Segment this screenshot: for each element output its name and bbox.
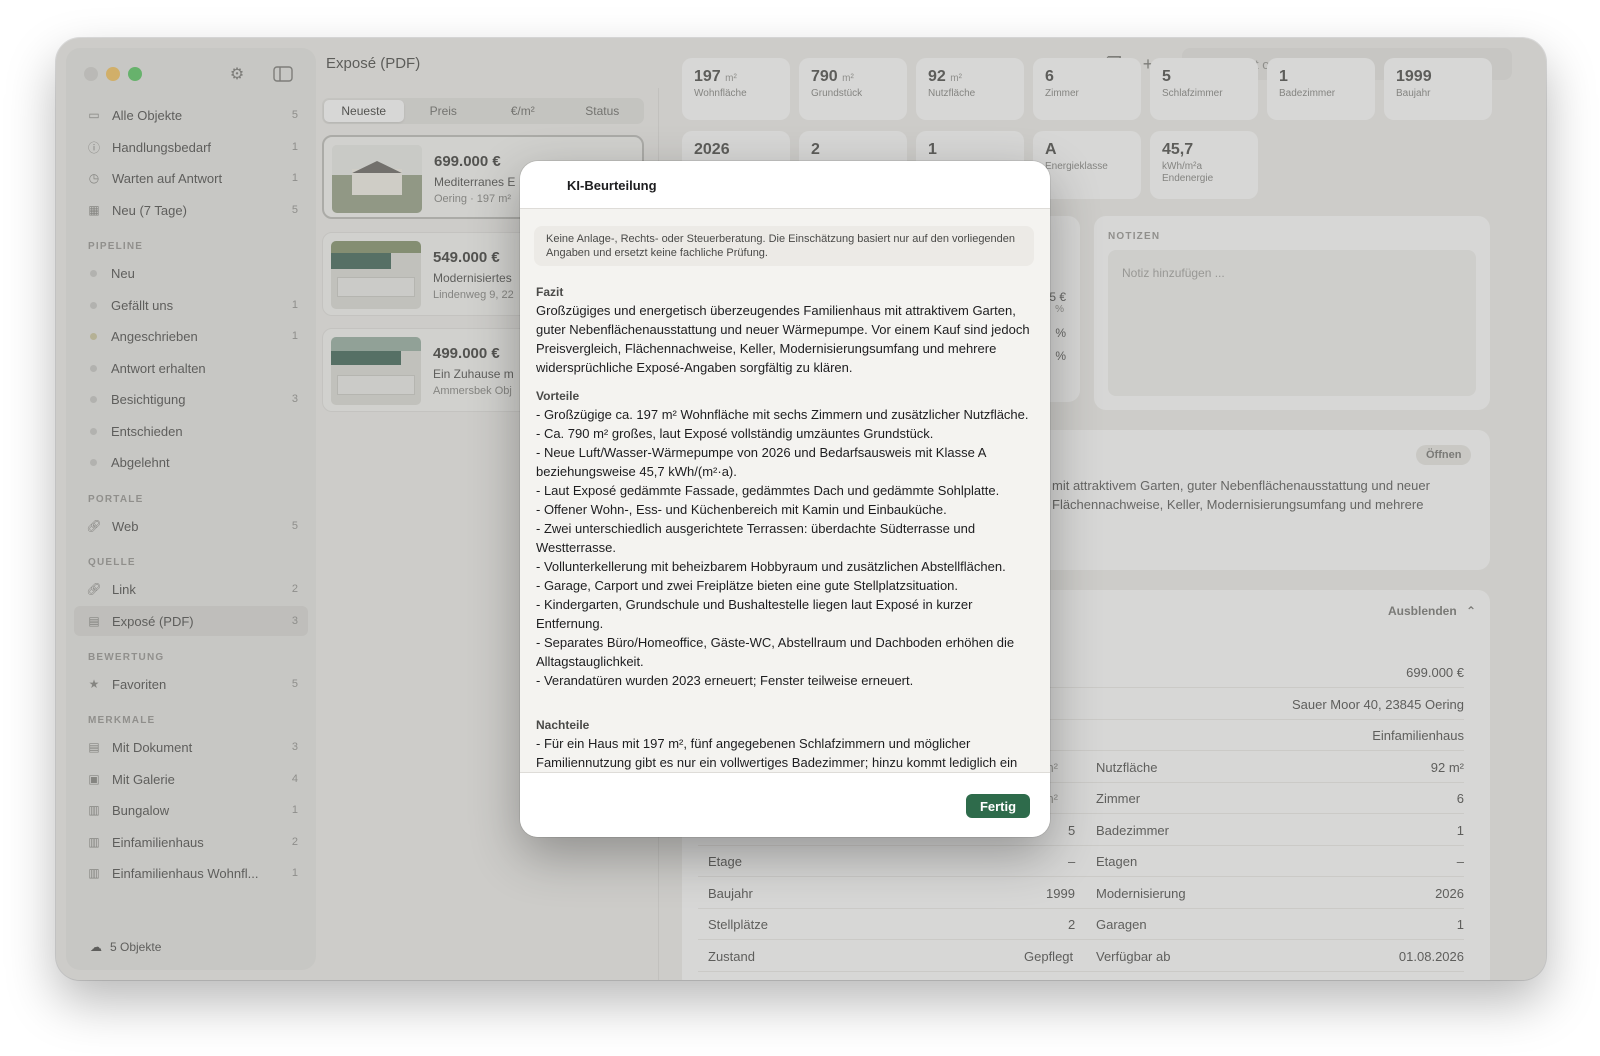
vorteil-item: - Offener Wohn-, Ess- und Küchenbereich …: [536, 502, 947, 517]
fazit-text: Großzügiges und energetisch überzeugende…: [536, 303, 1030, 375]
vorteil-item: - Ca. 790 m² großes, laut Exposé vollstä…: [536, 426, 934, 441]
vorteil-item: - Separates Büro/Homeoffice, Gäste-WC, A…: [536, 635, 1015, 669]
vorteil-item: - Laut Exposé gedämmte Fassade, gedämmte…: [536, 483, 1000, 498]
dialog-header: KI-Beurteilung: [520, 161, 1050, 209]
vorteil-item: - Großzügige ca. 197 m² Wohnfläche mit s…: [536, 407, 1029, 422]
nachteile-text: - Für ein Haus mit 197 m², fünf angegebe…: [536, 736, 1018, 770]
dialog-footer: Fertig: [520, 772, 1050, 837]
done-button[interactable]: Fertig: [966, 794, 1030, 818]
vorteile-list: - Großzügige ca. 197 m² Wohnfläche mit s…: [536, 405, 1036, 690]
disclaimer-text: Keine Anlage-, Rechts- oder Steuerberatu…: [534, 226, 1034, 266]
vorteil-item: - Garage, Carport und zwei Freiplätze bi…: [536, 578, 959, 593]
dialog-title: KI-Beurteilung: [567, 178, 657, 193]
app-window: ⚙ ▭ Alle Objekte 5 ⓘ Handlungsbedarf 1 ◷…: [56, 38, 1546, 980]
ai-assessment-dialog: KI-Beurteilung Keine Anlage-, Rechts- od…: [520, 161, 1050, 837]
nachteile-heading: Nachteile: [536, 718, 590, 732]
vorteil-item: - Verandatüren wurden 2023 erneuert; Fen…: [536, 673, 914, 688]
vorteile-heading: Vorteile: [536, 389, 580, 403]
vorteil-item: - Zwei unterschiedlich ausgerichtete Ter…: [536, 521, 976, 555]
vorteil-item: - Neue Luft/Wasser-Wärmepumpe von 2026 u…: [536, 445, 986, 479]
vorteil-item: - Vollunterkellerung mit beheizbarem Hob…: [536, 559, 1006, 574]
vorteil-item: - Kindergarten, Grundschule und Bushalte…: [536, 597, 973, 631]
dialog-body[interactable]: Keine Anlage-, Rechts- oder Steuerberatu…: [520, 210, 1050, 772]
fazit-heading: Fazit: [536, 285, 564, 299]
